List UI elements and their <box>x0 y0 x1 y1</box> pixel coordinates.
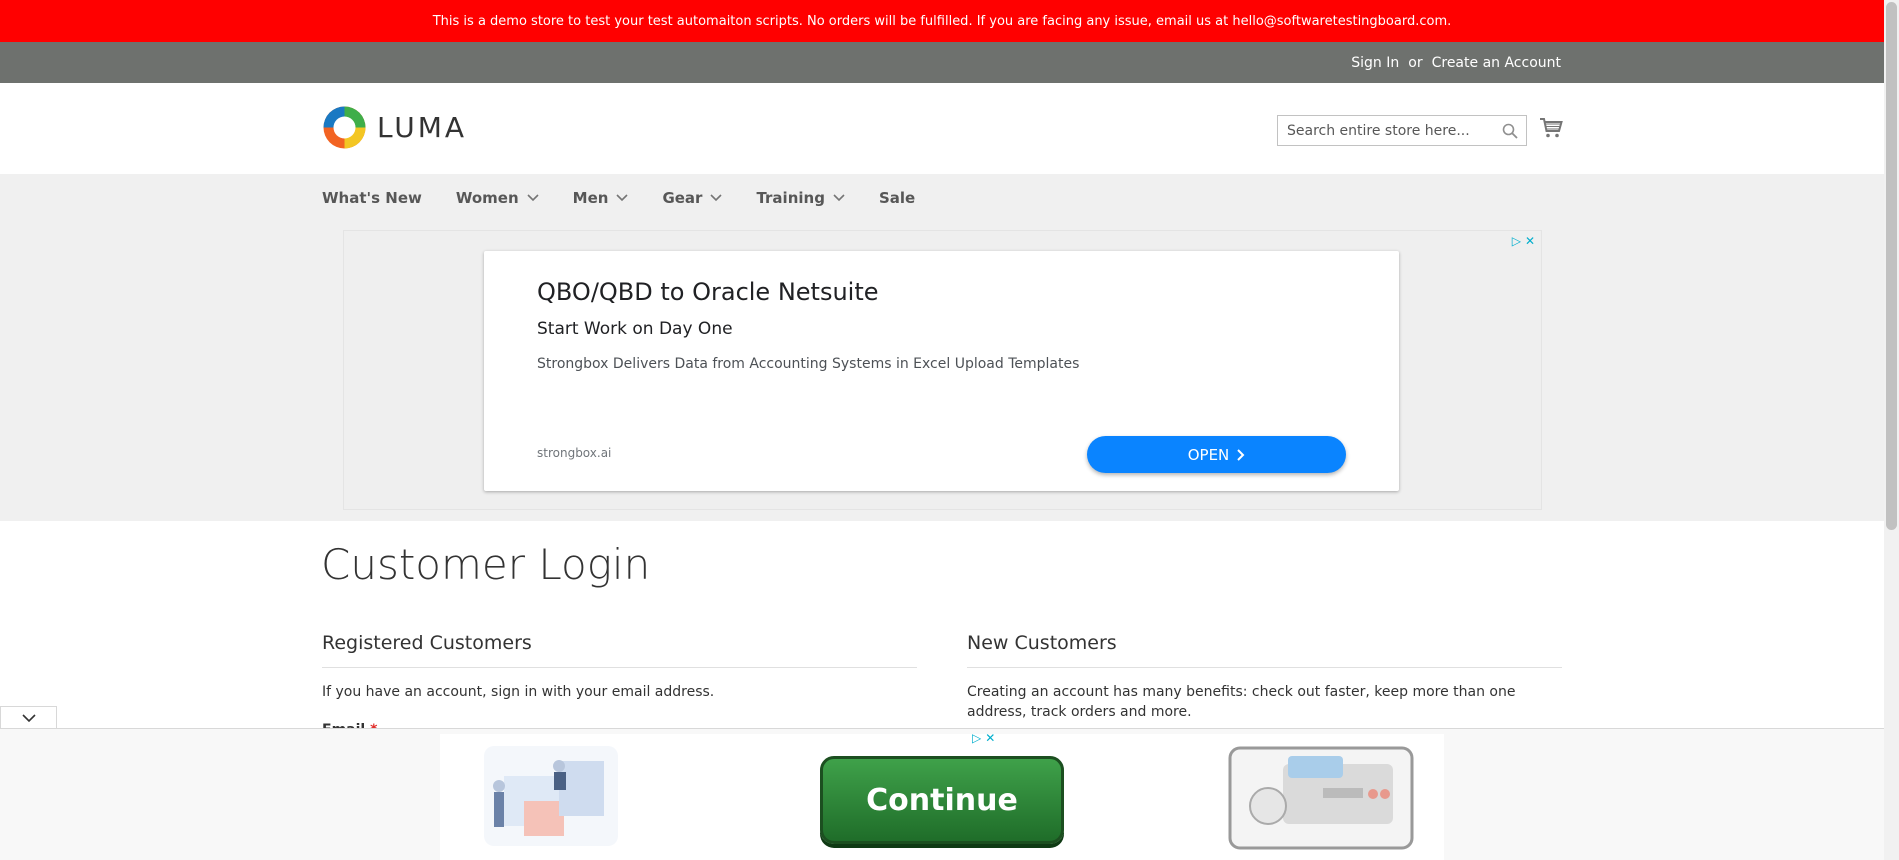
ad-open-button[interactable]: OPEN <box>1087 436 1346 473</box>
ad-choices[interactable]: ▷ ✕ <box>1512 234 1535 248</box>
close-icon[interactable]: ✕ <box>1525 234 1535 248</box>
top-ad-card[interactable]: QBO/QBD to Oracle Netsuite Start Work on… <box>484 251 1399 491</box>
nav-item-women[interactable]: Women <box>456 189 539 207</box>
account-links: Sign In or Create an Account <box>1351 42 1561 83</box>
nav-item-label: Gear <box>662 188 703 207</box>
chevron-down-icon <box>527 193 539 201</box>
divider <box>967 667 1562 668</box>
nav-item-label: What's New <box>322 188 422 207</box>
new-customers-title: New Customers <box>967 632 1117 654</box>
close-icon[interactable]: ✕ <box>985 731 995 745</box>
nav-item-gear[interactable]: Gear <box>662 188 723 207</box>
nav-item-men[interactable]: Men <box>573 189 629 207</box>
logo-text: LUMA <box>377 111 468 144</box>
continue-button[interactable]: Continue <box>820 756 1064 844</box>
ad-collapse-toggle[interactable] <box>0 706 57 730</box>
nav-item-sale[interactable]: Sale <box>879 189 915 207</box>
nav-menu: What's New Women Men Gear Training Sale <box>322 174 949 221</box>
divider <box>322 667 917 668</box>
new-customers-text: Creating an account has many benefits: c… <box>967 684 1516 720</box>
illustration-image <box>484 746 618 846</box>
ad-subtitle: Start Work on Day One <box>537 319 733 339</box>
ad-domain[interactable]: strongbox.ai <box>537 446 611 460</box>
ad-title[interactable]: QBO/QBD to Oracle Netsuite <box>537 278 879 306</box>
chevron-right-icon <box>1237 448 1245 461</box>
nav-item-label: Men <box>572 188 609 207</box>
chevron-down-icon <box>833 193 845 201</box>
cart-icon[interactable] <box>1539 116 1563 140</box>
ad-info-icon[interactable]: ▷ <box>1512 234 1521 248</box>
registered-customers-text: If you have an account, sign in with you… <box>322 684 715 700</box>
sign-in-link[interactable]: Sign In <box>1351 55 1399 71</box>
search-box[interactable] <box>1277 115 1527 146</box>
chevron-down-icon <box>21 714 36 723</box>
machine-image <box>1228 746 1414 850</box>
ad-choices[interactable]: ▷ ✕ <box>972 731 995 745</box>
page-scrollbar[interactable] <box>1884 0 1899 860</box>
ad-open-label: OPEN <box>1187 445 1230 464</box>
luma-logo-icon <box>323 106 366 149</box>
nav-item-label: Women <box>455 188 519 207</box>
bottom-ad-creative[interactable]: Continue <box>440 734 1444 860</box>
chevron-down-icon <box>616 193 629 201</box>
page-title: Customer Login <box>321 540 651 589</box>
chevron-down-icon <box>710 193 723 201</box>
bottom-sticky-ad: Continue ▷ ✕ <box>0 728 1884 860</box>
search-input[interactable] <box>1287 122 1487 139</box>
panel-header: Sign In or Create an Account <box>0 42 1884 83</box>
registered-customers-title: Registered Customers <box>322 632 532 654</box>
demo-notice-text: This is a demo store to test your test a… <box>432 13 1452 29</box>
create-account-link[interactable]: Create an Account <box>1432 55 1561 71</box>
scrollbar-thumb[interactable] <box>1886 2 1897 530</box>
nav-item-label: Sale <box>878 188 916 207</box>
site-header: LUMA <box>0 83 1884 174</box>
ad-description: Strongbox Delivers Data from Accounting … <box>537 356 1080 372</box>
or-separator: or <box>1408 54 1423 71</box>
logo[interactable]: LUMA <box>322 105 467 150</box>
demo-notice-banner: This is a demo store to test your test a… <box>0 0 1884 42</box>
ad-info-icon[interactable]: ▷ <box>972 731 981 745</box>
search-icon[interactable] <box>1502 123 1518 139</box>
nav-item-label: Training <box>756 188 825 207</box>
nav-item-training[interactable]: Training <box>756 188 845 207</box>
nav-item-whats-new[interactable]: What's New <box>322 189 422 207</box>
